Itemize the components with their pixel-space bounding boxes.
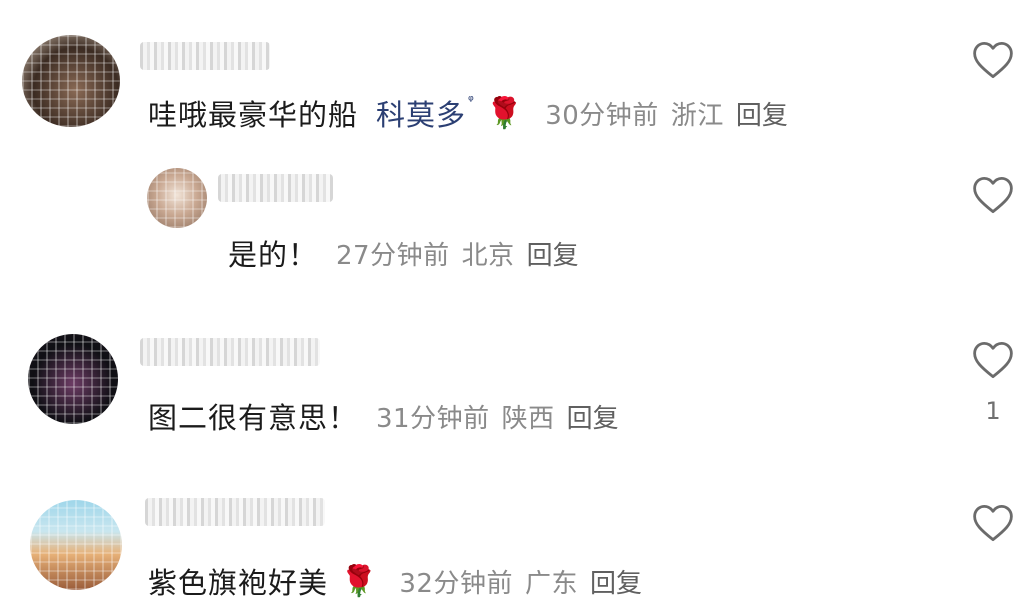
comment-body: 哇哦最豪华的船 科莫多 ᵠ 🌹 30分钟前 浙江 回复	[148, 92, 788, 134]
comment-time: 30分钟前	[545, 100, 659, 131]
comment-text: 图二很有意思！	[148, 401, 359, 435]
reply-button[interactable]: 回复	[567, 398, 619, 435]
reply-button[interactable]: 回复	[527, 235, 579, 272]
avatar[interactable]	[147, 168, 207, 228]
mention-symbol: ᵠ	[468, 93, 474, 109]
username[interactable]	[218, 174, 333, 202]
comment-text: 哇哦最豪华的船	[148, 98, 359, 132]
comment-location: 浙江	[670, 100, 724, 131]
avatar[interactable]	[28, 334, 118, 424]
like-button[interactable]	[972, 503, 1014, 543]
heart-outline-icon	[973, 504, 1013, 542]
rose-emoji: 🌹	[340, 563, 378, 599]
like-button[interactable]	[972, 175, 1014, 215]
mention-link[interactable]: 科莫多	[376, 92, 466, 134]
heart-outline-icon	[973, 341, 1013, 379]
username[interactable]	[140, 42, 270, 70]
like-count: 1	[985, 397, 1001, 425]
comment-time: 32分钟前	[399, 568, 513, 599]
reply-button[interactable]: 回复	[736, 95, 788, 132]
comment-time: 31分钟前	[376, 403, 490, 434]
heart-outline-icon	[973, 41, 1013, 79]
comment-location: 陕西	[501, 403, 555, 434]
avatar[interactable]	[22, 35, 120, 127]
comment-text: 是的！	[228, 238, 319, 272]
comment-time: 27分钟前	[336, 240, 450, 271]
comment-location: 广东	[524, 568, 578, 599]
username[interactable]	[140, 338, 320, 366]
heart-outline-icon	[973, 176, 1013, 214]
comment-location: 北京	[461, 240, 515, 271]
username[interactable]	[145, 498, 325, 526]
rose-emoji: 🌹	[485, 95, 524, 131]
reply-button[interactable]: 回复	[590, 563, 642, 600]
comment-body: 是的！ 27分钟前 北京 回复	[228, 232, 579, 274]
comment-body: 紫色旗袍好美 🌹 32分钟前 广东 回复	[148, 560, 642, 602]
avatar[interactable]	[30, 500, 122, 590]
like-button[interactable]	[972, 40, 1014, 80]
like-button[interactable]	[972, 340, 1014, 380]
comment-body: 图二很有意思！ 31分钟前 陕西 回复	[148, 395, 619, 437]
comment-text: 紫色旗袍好美	[148, 566, 329, 600]
